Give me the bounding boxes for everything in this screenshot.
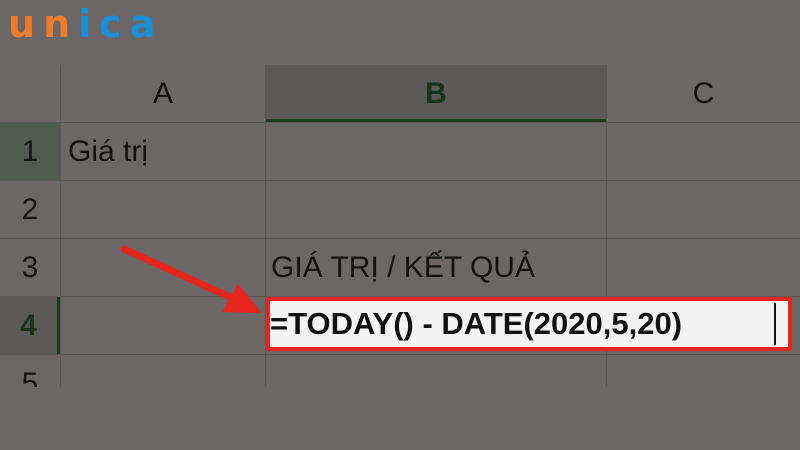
red-arrow-icon (120, 245, 262, 313)
